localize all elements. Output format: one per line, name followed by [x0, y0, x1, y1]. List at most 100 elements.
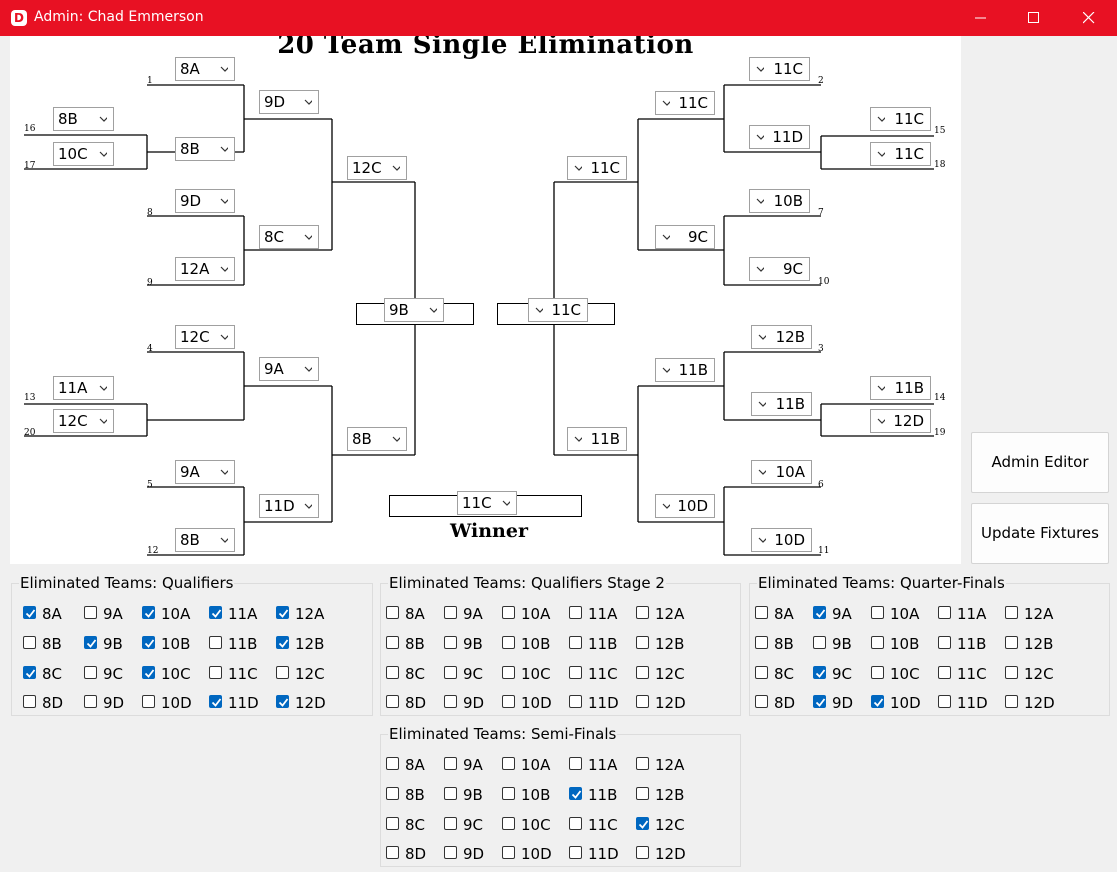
- checkbox-box[interactable]: [813, 606, 826, 619]
- team-select[interactable]: 8B: [53, 107, 114, 131]
- checkbox-box[interactable]: [569, 636, 582, 649]
- checkbox-box[interactable]: [444, 757, 457, 770]
- team-select[interactable]: 12C: [53, 409, 114, 433]
- team-select[interactable]: 10D: [655, 494, 715, 518]
- checkbox-box[interactable]: [938, 695, 951, 708]
- team-select[interactable]: 12C: [175, 325, 235, 349]
- checkbox-box[interactable]: [502, 787, 515, 800]
- checkbox-box[interactable]: [84, 636, 97, 649]
- checkbox-box[interactable]: [569, 666, 582, 679]
- team-select[interactable]: 10B: [749, 189, 810, 213]
- team-select[interactable]: 12D: [870, 409, 931, 433]
- minimize-button[interactable]: [955, 0, 1007, 36]
- checkbox-box[interactable]: [813, 695, 826, 708]
- checkbox-box[interactable]: [209, 695, 222, 708]
- checkbox-box[interactable]: [636, 787, 649, 800]
- update-fixtures-button[interactable]: Update Fixtures: [971, 503, 1109, 564]
- maximize-button[interactable]: [1008, 0, 1060, 36]
- team-select[interactable]: 9C: [749, 257, 810, 281]
- checkbox-box[interactable]: [444, 636, 457, 649]
- checkbox-box[interactable]: [276, 636, 289, 649]
- checkbox-box[interactable]: [871, 636, 884, 649]
- checkbox-box[interactable]: [636, 757, 649, 770]
- team-select[interactable]: 9D: [259, 90, 319, 114]
- checkbox-box[interactable]: [755, 666, 768, 679]
- checkbox-box[interactable]: [755, 636, 768, 649]
- checkbox-box[interactable]: [444, 846, 457, 859]
- checkbox-box[interactable]: [1005, 636, 1018, 649]
- team-select[interactable]: 9A: [259, 357, 319, 381]
- checkbox-box[interactable]: [1005, 695, 1018, 708]
- checkbox-box[interactable]: [755, 606, 768, 619]
- checkbox-box[interactable]: [636, 846, 649, 859]
- team-select[interactable]: 10A: [751, 460, 812, 484]
- team-select[interactable]: 9A: [175, 460, 235, 484]
- checkbox-box[interactable]: [569, 787, 582, 800]
- checkbox-box[interactable]: [871, 666, 884, 679]
- checkbox-box[interactable]: [444, 695, 457, 708]
- checkbox-box[interactable]: [142, 606, 155, 619]
- checkbox-box[interactable]: [142, 636, 155, 649]
- checkbox-box[interactable]: [386, 787, 399, 800]
- checkbox-box[interactable]: [142, 666, 155, 679]
- checkbox-box[interactable]: [209, 606, 222, 619]
- team-select[interactable]: 11B: [751, 392, 812, 416]
- checkbox-box[interactable]: [938, 666, 951, 679]
- checkbox-box[interactable]: [386, 817, 399, 830]
- checkbox-box[interactable]: [502, 666, 515, 679]
- team-select[interactable]: 9D: [175, 189, 235, 213]
- checkbox-box[interactable]: [23, 666, 36, 679]
- checkbox-box[interactable]: [276, 695, 289, 708]
- checkbox-box[interactable]: [142, 695, 155, 708]
- checkbox-box[interactable]: [386, 606, 399, 619]
- checkbox-box[interactable]: [938, 606, 951, 619]
- checkbox-box[interactable]: [502, 695, 515, 708]
- checkbox-box[interactable]: [386, 846, 399, 859]
- checkbox-box[interactable]: [84, 695, 97, 708]
- team-select[interactable]: 11A: [53, 376, 114, 400]
- checkbox-box[interactable]: [871, 606, 884, 619]
- checkbox-box[interactable]: [569, 846, 582, 859]
- checkbox-box[interactable]: [386, 636, 399, 649]
- team-select[interactable]: 12B: [751, 325, 812, 349]
- checkbox-box[interactable]: [23, 636, 36, 649]
- team-select[interactable]: 11B: [655, 358, 715, 382]
- team-select[interactable]: 11B: [870, 376, 931, 400]
- checkbox-box[interactable]: [871, 695, 884, 708]
- checkbox-box[interactable]: [84, 666, 97, 679]
- team-select[interactable]: 8B: [175, 137, 235, 161]
- checkbox-box[interactable]: [636, 695, 649, 708]
- team-select[interactable]: 8B: [175, 528, 235, 552]
- checkbox-box[interactable]: [1005, 606, 1018, 619]
- team-select[interactable]: 10D: [751, 528, 812, 552]
- checkbox-box[interactable]: [569, 606, 582, 619]
- checkbox-box[interactable]: [636, 606, 649, 619]
- checkbox-box[interactable]: [502, 757, 515, 770]
- checkbox-box[interactable]: [569, 757, 582, 770]
- checkbox-box[interactable]: [636, 817, 649, 830]
- checkbox-box[interactable]: [444, 666, 457, 679]
- checkbox-box[interactable]: [84, 606, 97, 619]
- team-select[interactable]: 12A: [175, 257, 235, 281]
- team-select[interactable]: 8C: [259, 225, 319, 249]
- checkbox-box[interactable]: [23, 695, 36, 708]
- team-select[interactable]: 11C: [749, 57, 810, 81]
- checkbox-box[interactable]: [502, 606, 515, 619]
- checkbox-box[interactable]: [276, 606, 289, 619]
- checkbox-box[interactable]: [209, 666, 222, 679]
- team-select[interactable]: 11C: [870, 107, 931, 131]
- admin-editor-button[interactable]: Admin Editor: [971, 432, 1109, 493]
- team-select[interactable]: 8B: [347, 427, 407, 451]
- checkbox-box[interactable]: [813, 666, 826, 679]
- team-select[interactable]: 11C: [528, 298, 588, 322]
- checkbox-box[interactable]: [444, 606, 457, 619]
- checkbox-box[interactable]: [938, 636, 951, 649]
- team-select[interactable]: 8A: [175, 57, 235, 81]
- checkbox-box[interactable]: [386, 695, 399, 708]
- checkbox-box[interactable]: [755, 695, 768, 708]
- team-select[interactable]: 11C: [567, 156, 627, 180]
- checkbox-box[interactable]: [502, 846, 515, 859]
- checkbox-box[interactable]: [569, 695, 582, 708]
- team-select[interactable]: 12C: [347, 156, 407, 180]
- checkbox-box[interactable]: [386, 757, 399, 770]
